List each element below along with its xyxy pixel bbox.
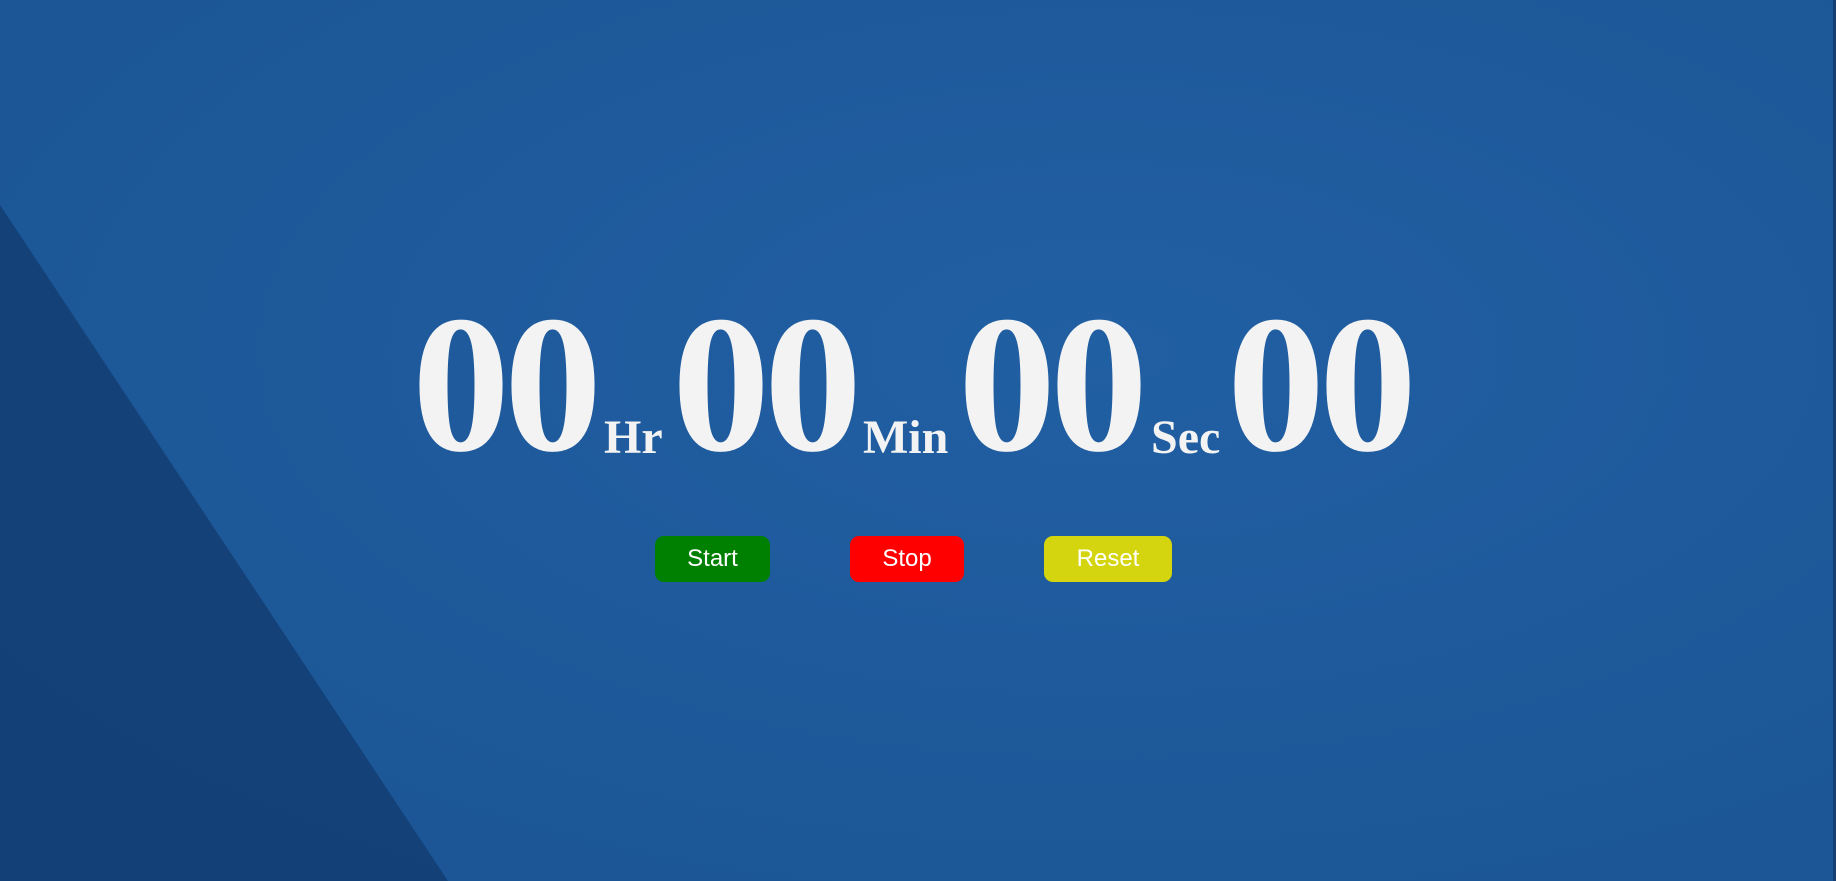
centiseconds-value: 00: [1227, 276, 1417, 493]
reset-button[interactable]: Reset: [1044, 536, 1172, 582]
hours-value: 00: [412, 276, 602, 493]
start-button[interactable]: Start: [655, 536, 770, 582]
minutes-unit-label: Min: [863, 411, 949, 464]
stop-button[interactable]: Stop: [850, 536, 964, 582]
stopwatch-display: 00 Hr 00 Min 00 Sec 00: [0, 276, 1836, 493]
seconds-value: 00: [958, 276, 1148, 493]
minutes-value: 00: [672, 276, 862, 493]
hours-unit-label: Hr: [604, 411, 663, 464]
seconds-unit-label: Sec: [1151, 411, 1221, 464]
